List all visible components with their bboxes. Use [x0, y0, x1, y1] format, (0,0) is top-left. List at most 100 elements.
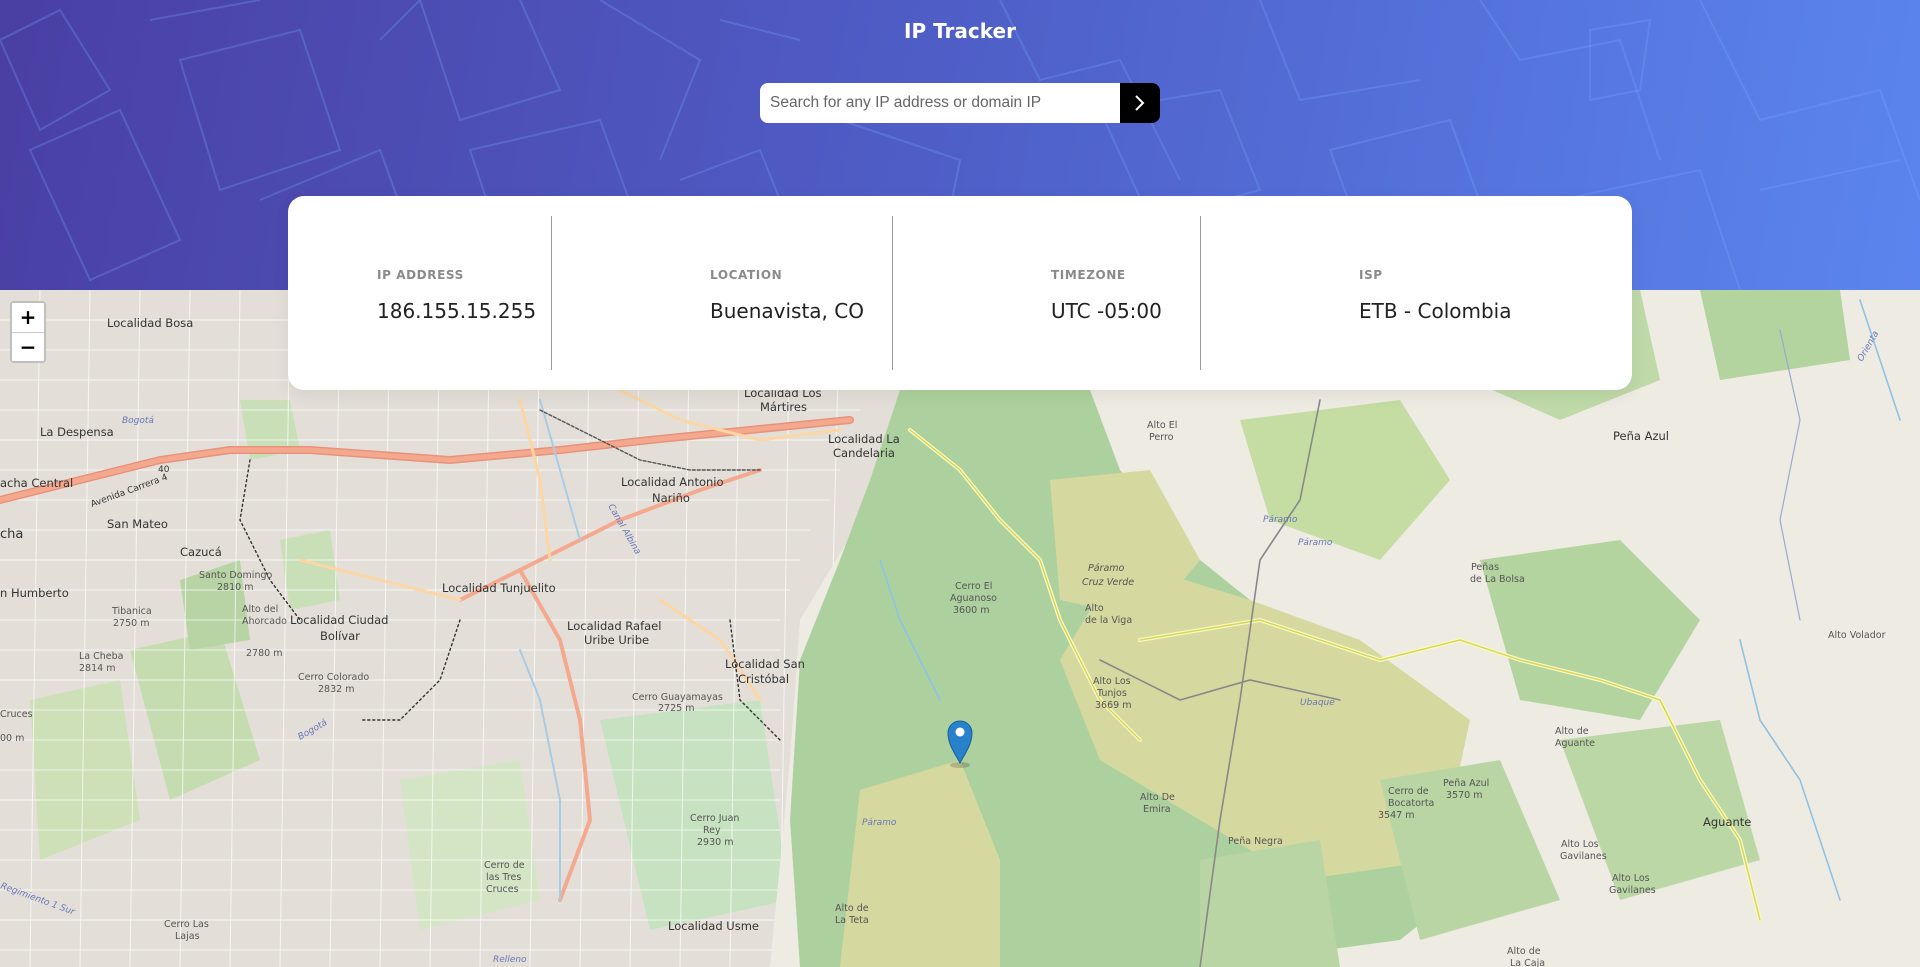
map-peak-label: Alto de [1555, 726, 1589, 737]
map-peak-label: Alto del [242, 604, 278, 615]
map-place-label: Candelaria [833, 446, 895, 460]
map-paramo-label: Páramo [1298, 538, 1333, 548]
map-elevation-label: 2810 m [217, 582, 253, 593]
map-place-label: Peña Azul [1613, 429, 1669, 443]
isp-label: ISP [1359, 268, 1383, 282]
map-peak-label: Cruces [486, 884, 519, 895]
map-peak-label: Cerro Juan [690, 813, 739, 824]
divider [892, 216, 893, 370]
isp-stat: ISP ETB - Colombia [1359, 268, 1512, 323]
map-peak-label: Rey [703, 825, 721, 836]
map-peak-label: Cerro El [955, 581, 992, 592]
map-peak-label: Cruz Verde [1082, 577, 1134, 588]
ip-address-stat: IP ADDRESS 186.155.15.255 [377, 268, 536, 323]
map-peak-label: Cerro Las [164, 919, 209, 930]
map-peak-label: Lajas [175, 931, 200, 942]
map-place-label: Nariño [652, 491, 690, 505]
map-road-label: 40 [158, 465, 170, 475]
location-stat: LOCATION Buenavista, CO [710, 268, 864, 323]
map-peak-label: Aguante [1555, 738, 1595, 749]
search-input[interactable] [760, 83, 1120, 123]
map-peak-label: Cerro Guayamayas [632, 692, 723, 703]
chevron-right-icon [1135, 95, 1145, 111]
map-elevation-label: 2750 m [113, 618, 149, 629]
ip-address-value: 186.155.15.255 [377, 299, 537, 323]
map-peak-label: Alto Los [1612, 873, 1650, 884]
map-peak-label: Peña Negra [1228, 836, 1283, 847]
map-place-label: Localidad San [725, 657, 805, 671]
map-peak-label: Bocatorta [1388, 798, 1434, 809]
search-submit-button[interactable] [1120, 83, 1160, 123]
map-peak-label: las Tres [486, 872, 521, 883]
map-place-label: n Humberto [0, 586, 69, 600]
map-place-label: Localidad Antonio [621, 475, 724, 489]
map-peak-label: Cruces [0, 709, 33, 720]
map-place-label: Bolívar [320, 629, 360, 643]
search-bar [760, 83, 1160, 123]
map-peak-label: Cerro de [1388, 786, 1429, 797]
map-peak-label: Gavilanes [1560, 851, 1607, 862]
map-tiles: Localidad Bosa La Despensa acha Central … [0, 290, 1920, 967]
map-place-label: Cazucá [180, 545, 222, 559]
map-peak-label: La Cheba [79, 651, 124, 662]
map-peak-label: Perro [1149, 432, 1174, 443]
map-peak-label: de la Viga [1085, 615, 1132, 626]
map-peak-label: Páramo [1088, 563, 1125, 574]
map-peak-label: de La Bolsa [1470, 574, 1525, 585]
map-place-label: Localidad Usme [668, 919, 759, 933]
timezone-stat: TIMEZONE UTC -05:00 [1051, 268, 1162, 323]
map-elevation-label: 2780 m [246, 648, 282, 659]
map-peak-label: Peña Azul [1443, 778, 1489, 789]
map-peak-label: Aguanoso [950, 593, 997, 604]
zoom-out-button[interactable]: − [12, 332, 44, 361]
map-peak-label: Alto Los [1561, 839, 1599, 850]
map-place-label: Relleno [493, 955, 527, 965]
map-place-label: Localidad Tunjuelito [442, 581, 556, 595]
map-peak-label: Peñas [1471, 562, 1499, 573]
map-peak-label: Santo Domingo [199, 570, 273, 581]
location-value: Buenavista, CO [710, 299, 864, 323]
map-place-label: Localidad La [828, 432, 900, 446]
ip-address-label: IP ADDRESS [377, 268, 464, 282]
map-place-label: Mártires [760, 400, 807, 414]
app-title: IP Tracker [904, 19, 1016, 43]
map-river-label: Bogotá [122, 416, 154, 426]
map-elevation-label: 3600 m [953, 605, 989, 616]
map-place-label: acha Central [0, 476, 73, 490]
map-place-label: Uribe Uribe [584, 633, 649, 647]
map-peak-label: Alto El [1147, 420, 1177, 431]
map-place-label: Localidad Rafael [567, 619, 661, 633]
divider [1200, 216, 1201, 370]
map-place-label: cha [0, 527, 23, 542]
map-peak-label: Alto [1085, 603, 1104, 614]
map-peak-label: Tibanica [111, 606, 152, 617]
map-peak-label: Gavilanes [1609, 885, 1656, 896]
map-place-label: San Mateo [107, 517, 168, 531]
map-elevation-label: 2832 m [318, 684, 354, 695]
map-place-label: Localidad Bosa [107, 316, 193, 330]
map-peak-label: Cerro Colorado [298, 672, 369, 683]
map-elevation-label: 3570 m [1446, 790, 1482, 801]
ip-info-card: IP ADDRESS 186.155.15.255 LOCATION Buena… [288, 196, 1632, 390]
map-elevation-label: 00 m [0, 733, 24, 744]
map-river-label: Ubaque [1300, 698, 1335, 708]
map-place-label: Cristóbal [738, 672, 789, 686]
map-peak-label: La Caja [1510, 958, 1545, 967]
map-peak-label: Ahorcado [242, 616, 287, 627]
map-elevation-label: 3547 m [1378, 810, 1414, 821]
map-place-label: Aguante [1703, 815, 1751, 829]
isp-value: ETB - Colombia [1359, 299, 1512, 323]
map[interactable]: Localidad Bosa La Despensa acha Central … [0, 290, 1920, 967]
timezone-value: UTC -05:00 [1051, 299, 1162, 323]
timezone-label: TIMEZONE [1051, 268, 1126, 282]
map-peak-label: Emira [1143, 804, 1171, 815]
map-elevation-label: 2814 m [79, 663, 115, 674]
map-place-label: La Despensa [40, 425, 114, 439]
map-paramo-label: Páramo [1263, 515, 1298, 525]
map-elevation-label: 2930 m [697, 837, 733, 848]
map-elevation-label: 2725 m [658, 703, 694, 714]
map-peak-label: Alto Volador [1828, 630, 1886, 641]
map-peak-label: La Teta [835, 915, 869, 926]
map-elevation-label: 3669 m [1095, 700, 1131, 711]
zoom-in-button[interactable]: + [12, 303, 44, 332]
